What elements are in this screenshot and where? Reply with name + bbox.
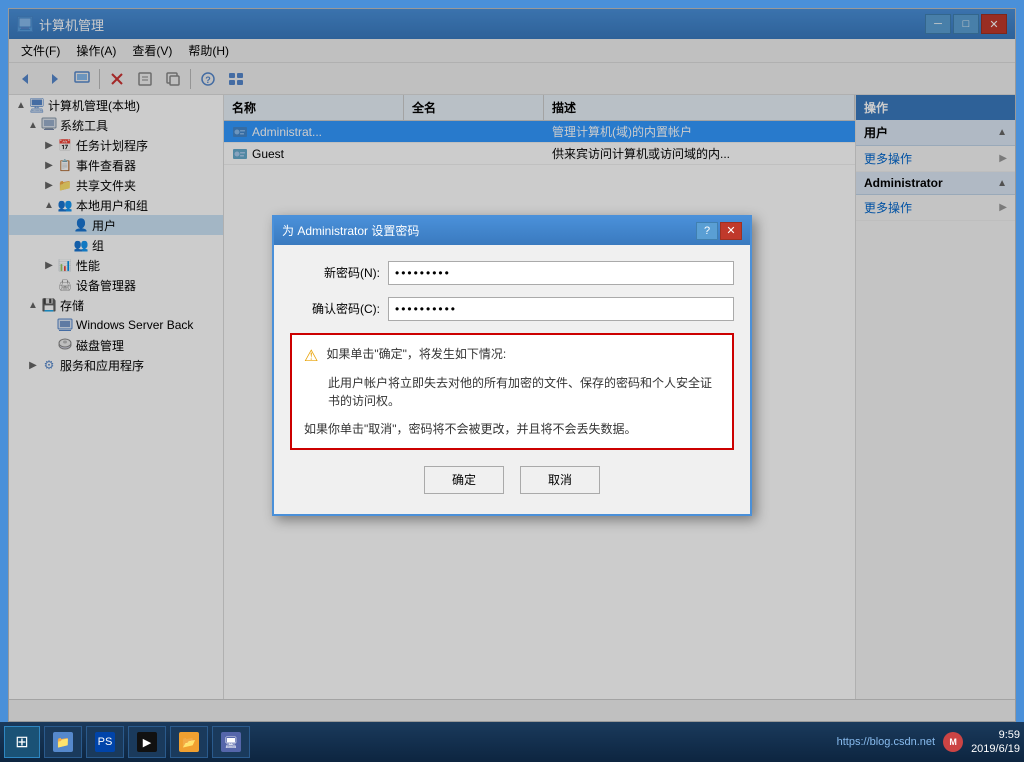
confirm-password-input[interactable] [388, 297, 734, 321]
dialog-overlay: 为 Administrator 设置密码 ? ✕ 新密码(N): 确认密码(C)… [9, 9, 1015, 721]
taskbar-url: https://blog.csdn.net [837, 736, 935, 748]
warning-body-text2: 如果你单击"取消"，密码将不会被更改，并且将不会丢失数据。 [304, 420, 720, 438]
taskbar-network[interactable]: 🖥 [212, 726, 250, 758]
warning-header-text: 如果单击"确定"，将发生如下情况: [326, 345, 506, 363]
new-password-input[interactable] [388, 261, 734, 285]
warning-body-text: 此用户帐户将立即失去对他的所有加密的文件、保存的密码和个人安全证书的访问权。 [328, 374, 720, 410]
explorer-icon: 📁 [53, 732, 73, 752]
confirm-password-row: 确认密码(C): [290, 297, 734, 321]
start-button[interactable]: ⊞ [4, 726, 40, 758]
dialog-title-buttons: ? ✕ [696, 222, 742, 240]
ok-button[interactable]: 确定 [424, 466, 504, 494]
taskbar-clock: 9:59 2019/6/19 [971, 728, 1020, 757]
dialog-buttons: 确定 取消 [290, 466, 734, 498]
dialog-close-button[interactable]: ✕ [720, 222, 742, 240]
taskbar-powershell[interactable]: PS [86, 726, 124, 758]
password-dialog: 为 Administrator 设置密码 ? ✕ 新密码(N): 确认密码(C)… [272, 215, 752, 516]
cancel-button[interactable]: 取消 [520, 466, 600, 494]
dialog-title-bar: 为 Administrator 设置密码 ? ✕ [274, 217, 750, 245]
taskbar: ⊞ 📁 PS ▶ 📂 🖥 https://blog.csdn.net M 9:5… [0, 722, 1024, 762]
taskbar-explorer[interactable]: 📁 [44, 726, 82, 758]
taskbar-time-display: 9:59 [971, 728, 1020, 742]
network-icon: 🖥 [221, 732, 241, 752]
taskbar-cmd[interactable]: ▶ [128, 726, 166, 758]
folder-icon: 📂 [179, 732, 199, 752]
notification-badge[interactable]: M [943, 732, 963, 752]
dialog-help-button[interactable]: ? [696, 222, 718, 240]
warning-header: ⚠ 如果单击"确定"，将发生如下情况: [304, 345, 720, 366]
confirm-password-label: 确认密码(C): [290, 300, 380, 317]
dialog-title: 为 Administrator 设置密码 [282, 222, 419, 239]
cmd-icon: ▶ [137, 732, 157, 752]
main-window: 计算机管理 ─ □ ✕ 文件(F) 操作(A) 查看(V) 帮助(H) [8, 8, 1016, 722]
taskbar-right: https://blog.csdn.net M 9:59 2019/6/19 [837, 728, 1020, 757]
dialog-body: 新密码(N): 确认密码(C): ⚠ 如果单击"确定"，将发生如下情况: 此用户… [274, 245, 750, 514]
taskbar-folder[interactable]: 📂 [170, 726, 208, 758]
new-password-row: 新密码(N): [290, 261, 734, 285]
powershell-icon: PS [95, 732, 115, 752]
taskbar-date-display: 2019/6/19 [971, 742, 1020, 756]
notification-count: M [949, 737, 957, 747]
warning-box: ⚠ 如果单击"确定"，将发生如下情况: 此用户帐户将立即失去对他的所有加密的文件… [290, 333, 734, 450]
new-password-label: 新密码(N): [290, 264, 380, 281]
warning-icon: ⚠ [304, 346, 318, 366]
